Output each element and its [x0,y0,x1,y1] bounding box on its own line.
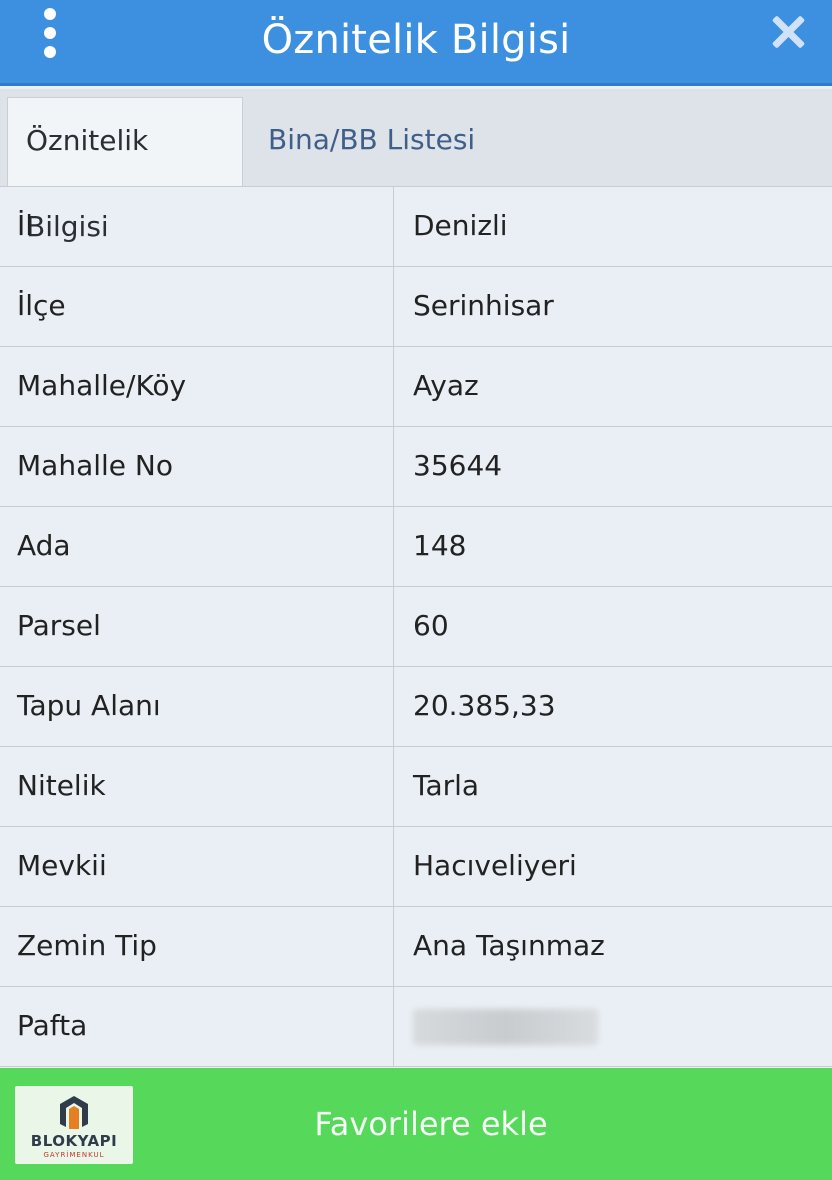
table-row: İl Denizli [0,187,832,267]
tab-building-list[interactable]: Bina/BB Listesi [250,97,493,186]
attribute-key: Ada [0,507,394,586]
tab-bar: Öznitelik Bilgisi Bina/BB Listesi [0,89,832,243]
redacted-value [413,1009,598,1045]
attribute-key: İl [0,187,394,266]
attribute-value: 35644 [413,449,503,482]
header-bar: Öznitelik Bilgisi [0,0,832,86]
building-logo-icon [60,1096,88,1129]
table-row: Mevkii Hacıveliyeri [0,827,832,907]
table-row: Nitelik Tarla [0,747,832,827]
tab-attribute-info[interactable]: Öznitelik Bilgisi [7,97,243,243]
table-row: Mahalle No 35644 [0,427,832,507]
attribute-key: Nitelik [0,747,394,826]
attribute-value-redacted [395,987,832,1066]
attribute-key: İlçe [0,267,394,346]
table-row: Ada 148 [0,507,832,587]
add-to-favorites-button[interactable]: Favorilere ekle BLOKYAPI GAYRİMENKUL [0,1068,832,1180]
attribute-key: Parsel [0,587,394,666]
attribute-value: 20.385,33 [413,689,556,722]
attribute-value: 60 [413,609,449,642]
logo-subtitle: GAYRİMENKUL [43,1151,105,1159]
table-row: Pafta [0,987,832,1067]
attribute-key: Pafta [0,987,394,1066]
logo-name: BLOKYAPI [30,1132,118,1150]
attribute-key: Tapu Alanı [0,667,394,746]
attribute-value: Tarla [413,769,480,802]
attribute-key: Mevkii [0,827,394,906]
attribute-value: Denizli [413,209,508,242]
attribute-value: Serinhisar [413,289,554,322]
attribute-table: İl Denizli İlçe Serinhisar Mahalle/Köy A… [0,186,832,1067]
attribute-key: Mahalle/Köy [0,347,394,426]
attribute-key: Zemin Tip [0,907,394,986]
table-row: Parsel 60 [0,587,832,667]
table-row: Tapu Alanı 20.385,33 [0,667,832,747]
close-icon[interactable] [770,14,806,50]
table-row: İlçe Serinhisar [0,267,832,347]
attribute-value: Hacıveliyeri [413,849,577,882]
page-title: Öznitelik Bilgisi [261,17,571,63]
attribute-key: Mahalle No [0,427,394,506]
brand-logo: BLOKYAPI GAYRİMENKUL [15,1086,133,1164]
attribute-value: 148 [413,529,467,562]
attribute-value: Ayaz [413,369,479,402]
table-row: Mahalle/Köy Ayaz [0,347,832,427]
table-row: Zemin Tip Ana Taşınmaz [0,907,832,987]
attribute-value: Ana Taşınmaz [413,929,605,962]
